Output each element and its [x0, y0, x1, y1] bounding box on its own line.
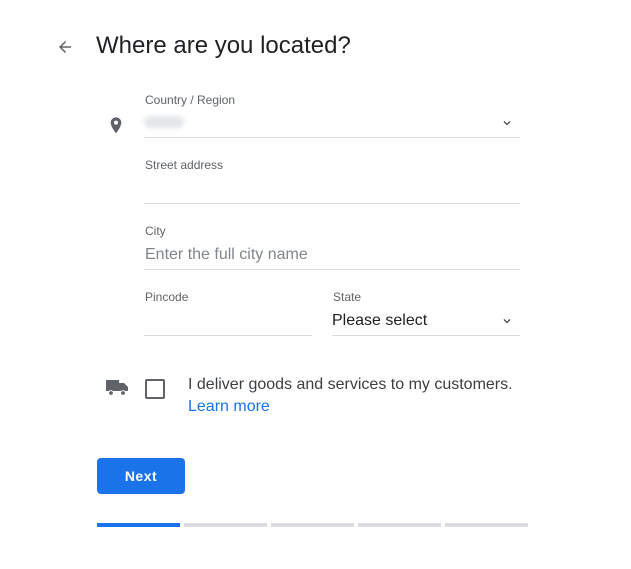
next-button[interactable]: Next: [97, 458, 185, 494]
back-button[interactable]: [52, 34, 78, 60]
progress-step: [358, 523, 441, 527]
location-setup-page: Where are you located? Country / Region …: [0, 0, 631, 569]
country-label: Country / Region: [145, 93, 236, 107]
progress-step: [97, 523, 180, 527]
deliver-text: I deliver goods and services to my custo…: [188, 376, 513, 393]
progress-step: [184, 523, 267, 527]
learn-more-link[interactable]: Learn more: [188, 396, 270, 418]
page-title: Where are you located?: [96, 32, 351, 59]
truck-icon: [106, 380, 128, 396]
country-value-blurred: [144, 116, 184, 128]
country-underline: [144, 137, 520, 138]
progress-indicator: [97, 523, 528, 527]
street-underline: [144, 203, 520, 204]
street-label: Street address: [145, 158, 224, 172]
progress-step: [271, 523, 354, 527]
chevron-down-icon: [503, 121, 511, 126]
country-select[interactable]: [144, 110, 520, 138]
arrow-left-icon: [59, 41, 71, 53]
progress-step: [445, 523, 528, 527]
state-value: Please select: [332, 312, 428, 329]
state-label: State: [333, 290, 362, 304]
city-label: City: [145, 224, 166, 238]
street-input[interactable]: [144, 176, 520, 202]
chevron-down-icon: [503, 319, 511, 324]
city-underline: [144, 269, 520, 270]
city-input[interactable]: Enter the full city name: [145, 244, 308, 266]
pincode-label: Pincode: [145, 290, 189, 304]
location-pin-icon: [110, 117, 122, 134]
state-underline: [332, 335, 520, 336]
pincode-underline: [144, 335, 312, 336]
deliver-checkbox[interactable]: [145, 379, 165, 399]
pincode-input[interactable]: [144, 308, 312, 334]
state-select[interactable]: Please select: [332, 308, 520, 334]
